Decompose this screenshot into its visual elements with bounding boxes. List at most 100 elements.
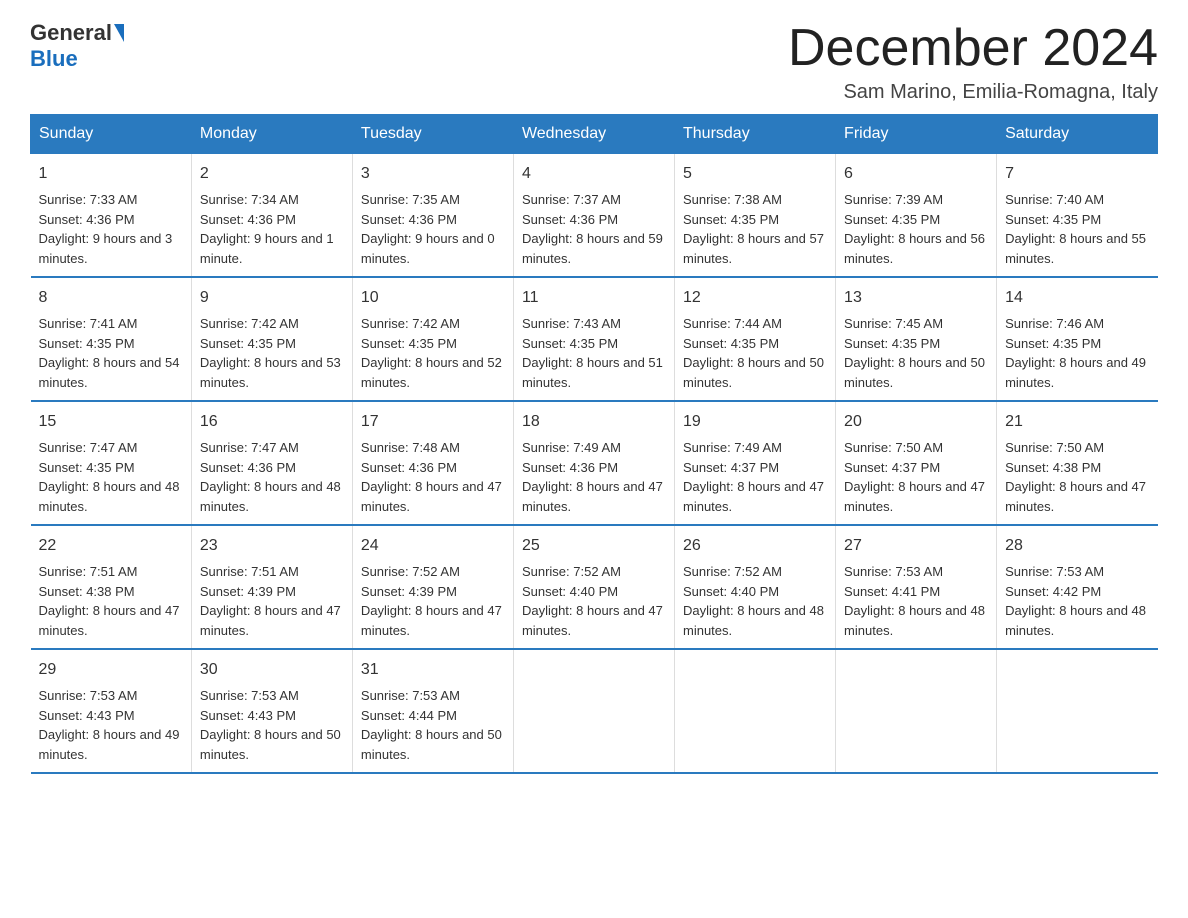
calendar-week-5: 29Sunrise: 7:53 AMSunset: 4:43 PMDayligh…: [31, 649, 1158, 773]
cell-info: Sunrise: 7:52 AMSunset: 4:39 PMDaylight:…: [361, 564, 502, 638]
calendar-cell: [836, 649, 997, 773]
day-number: 5: [683, 162, 827, 186]
calendar-week-1: 1Sunrise: 7:33 AMSunset: 4:36 PMDaylight…: [31, 154, 1158, 278]
col-header-friday: Friday: [836, 115, 997, 154]
calendar-week-4: 22Sunrise: 7:51 AMSunset: 4:38 PMDayligh…: [31, 525, 1158, 649]
calendar-cell: 6 Sunrise: 7:39 AMSunset: 4:35 PMDaylight…: [836, 154, 997, 278]
cell-info: Sunrise: 7:45 AMSunset: 4:35 PMDaylight:…: [844, 316, 985, 390]
calendar-cell: 21 Sunrise: 7:50 AMSunset: 4:38 PMDayligh…: [997, 401, 1158, 525]
calendar-cell: 31 Sunrise: 7:53 AMSunset: 4:44 PMDayligh…: [352, 649, 513, 773]
day-number: 21: [1005, 410, 1149, 434]
calendar-cell: 24 Sunrise: 7:52 AMSunset: 4:39 PMDayligh…: [352, 525, 513, 649]
logo-triangle-icon: [114, 24, 124, 42]
calendar-cell: 20 Sunrise: 7:50 AMSunset: 4:37 PMDayligh…: [836, 401, 997, 525]
day-number: 13: [844, 286, 988, 310]
day-number: 15: [39, 410, 183, 434]
cell-info: Sunrise: 7:48 AMSunset: 4:36 PMDaylight:…: [361, 440, 502, 514]
day-number: 22: [39, 534, 183, 558]
cell-info: Sunrise: 7:47 AMSunset: 4:36 PMDaylight:…: [200, 440, 341, 514]
cell-info: Sunrise: 7:53 AMSunset: 4:42 PMDaylight:…: [1005, 564, 1146, 638]
calendar-table: SundayMondayTuesdayWednesdayThursdayFrid…: [30, 114, 1158, 774]
calendar-cell: 30Sunrise: 7:53 AMSunset: 4:43 PMDayligh…: [191, 649, 352, 773]
day-number: 2: [200, 162, 344, 186]
calendar-cell: 23 Sunrise: 7:51 AMSunset: 4:39 PMDayligh…: [191, 525, 352, 649]
day-number: 11: [522, 286, 666, 310]
col-header-monday: Monday: [191, 115, 352, 154]
day-number: 23: [200, 534, 344, 558]
cell-info: Sunrise: 7:46 AMSunset: 4:35 PMDaylight:…: [1005, 316, 1146, 390]
day-number: 8: [39, 286, 183, 310]
day-number: 24: [361, 534, 505, 558]
calendar-title: December 2024: [788, 20, 1158, 77]
day-number: 28: [1005, 534, 1149, 558]
calendar-cell: 27 Sunrise: 7:53 AMSunset: 4:41 PMDayligh…: [836, 525, 997, 649]
col-header-wednesday: Wednesday: [513, 115, 674, 154]
col-header-saturday: Saturday: [997, 115, 1158, 154]
calendar-cell: 7Sunrise: 7:40 AMSunset: 4:35 PMDaylight…: [997, 154, 1158, 278]
day-number: 30: [200, 658, 344, 682]
cell-info: Sunrise: 7:52 AMSunset: 4:40 PMDaylight:…: [683, 564, 824, 638]
calendar-cell: 18 Sunrise: 7:49 AMSunset: 4:36 PMDayligh…: [513, 401, 674, 525]
cell-info: Sunrise: 7:37 AMSunset: 4:36 PMDaylight:…: [522, 192, 663, 266]
calendar-cell: 14 Sunrise: 7:46 AMSunset: 4:35 PMDayligh…: [997, 277, 1158, 401]
day-number: 4: [522, 162, 666, 186]
day-number: 20: [844, 410, 988, 434]
calendar-cell: 8 Sunrise: 7:41 AMSunset: 4:35 PMDaylight…: [31, 277, 192, 401]
title-area: December 2024 Sam Marino, Emilia-Romagna…: [788, 20, 1158, 104]
day-number: 16: [200, 410, 344, 434]
calendar-cell: 16 Sunrise: 7:47 AMSunset: 4:36 PMDayligh…: [191, 401, 352, 525]
logo-blue-text: Blue: [30, 46, 78, 71]
day-number: 9: [200, 286, 344, 310]
cell-info: Sunrise: 7:39 AMSunset: 4:35 PMDaylight:…: [844, 192, 985, 266]
day-number: 19: [683, 410, 827, 434]
calendar-cell: 11 Sunrise: 7:43 AMSunset: 4:35 PMDayligh…: [513, 277, 674, 401]
cell-info: Sunrise: 7:47 AMSunset: 4:35 PMDaylight:…: [39, 440, 180, 514]
cell-info: Sunrise: 7:50 AMSunset: 4:38 PMDaylight:…: [1005, 440, 1146, 514]
cell-info: Sunrise: 7:51 AMSunset: 4:39 PMDaylight:…: [200, 564, 341, 638]
day-number: 6: [844, 162, 988, 186]
cell-info: Sunrise: 7:53 AMSunset: 4:41 PMDaylight:…: [844, 564, 985, 638]
calendar-cell: 2 Sunrise: 7:34 AMSunset: 4:36 PMDaylight…: [191, 154, 352, 278]
calendar-header: SundayMondayTuesdayWednesdayThursdayFrid…: [31, 115, 1158, 154]
calendar-cell: 4 Sunrise: 7:37 AMSunset: 4:36 PMDaylight…: [513, 154, 674, 278]
cell-info: Sunrise: 7:41 AMSunset: 4:35 PMDaylight:…: [39, 316, 180, 390]
calendar-cell: 13 Sunrise: 7:45 AMSunset: 4:35 PMDayligh…: [836, 277, 997, 401]
calendar-cell: 22Sunrise: 7:51 AMSunset: 4:38 PMDayligh…: [31, 525, 192, 649]
calendar-cell: 9Sunrise: 7:42 AMSunset: 4:35 PMDaylight…: [191, 277, 352, 401]
calendar-cell: 12 Sunrise: 7:44 AMSunset: 4:35 PMDayligh…: [675, 277, 836, 401]
calendar-cell: 3 Sunrise: 7:35 AMSunset: 4:36 PMDaylight…: [352, 154, 513, 278]
day-number: 1: [39, 162, 183, 186]
cell-info: Sunrise: 7:53 AMSunset: 4:44 PMDaylight:…: [361, 688, 502, 762]
day-number: 26: [683, 534, 827, 558]
calendar-cell: 19 Sunrise: 7:49 AMSunset: 4:37 PMDayligh…: [675, 401, 836, 525]
cell-info: Sunrise: 7:49 AMSunset: 4:36 PMDaylight:…: [522, 440, 663, 514]
cell-info: Sunrise: 7:40 AMSunset: 4:35 PMDaylight:…: [1005, 192, 1146, 266]
calendar-cell: 25Sunrise: 7:52 AMSunset: 4:40 PMDayligh…: [513, 525, 674, 649]
calendar-cell: 5 Sunrise: 7:38 AMSunset: 4:35 PMDaylight…: [675, 154, 836, 278]
logo-general-text: General: [30, 20, 112, 46]
day-number: 3: [361, 162, 505, 186]
cell-info: Sunrise: 7:35 AMSunset: 4:36 PMDaylight:…: [361, 192, 495, 266]
cell-info: Sunrise: 7:53 AMSunset: 4:43 PMDaylight:…: [39, 688, 180, 762]
day-number: 27: [844, 534, 988, 558]
day-number: 12: [683, 286, 827, 310]
logo: General Blue: [30, 20, 126, 72]
cell-info: Sunrise: 7:38 AMSunset: 4:35 PMDaylight:…: [683, 192, 824, 266]
day-number: 17: [361, 410, 505, 434]
calendar-week-2: 8 Sunrise: 7:41 AMSunset: 4:35 PMDaylight…: [31, 277, 1158, 401]
day-number: 10: [361, 286, 505, 310]
day-number: 18: [522, 410, 666, 434]
calendar-cell: 1Sunrise: 7:33 AMSunset: 4:36 PMDaylight…: [31, 154, 192, 278]
calendar-cell: 10 Sunrise: 7:42 AMSunset: 4:35 PMDayligh…: [352, 277, 513, 401]
cell-info: Sunrise: 7:44 AMSunset: 4:35 PMDaylight:…: [683, 316, 824, 390]
day-number: 31: [361, 658, 505, 682]
cell-info: Sunrise: 7:49 AMSunset: 4:37 PMDaylight:…: [683, 440, 824, 514]
calendar-week-3: 15 Sunrise: 7:47 AMSunset: 4:35 PMDayligh…: [31, 401, 1158, 525]
calendar-cell: [675, 649, 836, 773]
col-header-thursday: Thursday: [675, 115, 836, 154]
cell-info: Sunrise: 7:43 AMSunset: 4:35 PMDaylight:…: [522, 316, 663, 390]
cell-info: Sunrise: 7:42 AMSunset: 4:35 PMDaylight:…: [361, 316, 502, 390]
cell-info: Sunrise: 7:50 AMSunset: 4:37 PMDaylight:…: [844, 440, 985, 514]
cell-info: Sunrise: 7:34 AMSunset: 4:36 PMDaylight:…: [200, 192, 334, 266]
day-number: 14: [1005, 286, 1149, 310]
